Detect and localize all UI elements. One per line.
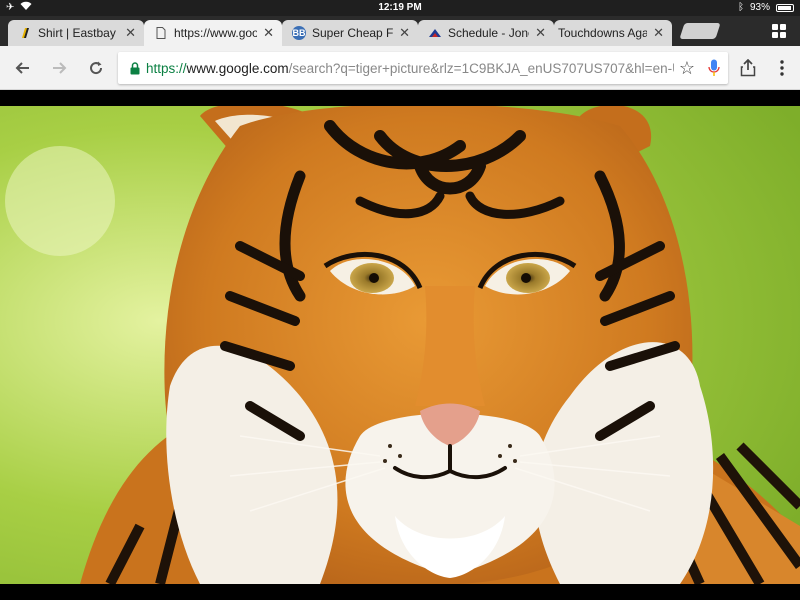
- bookmark-star-icon[interactable]: ☆: [674, 58, 700, 79]
- close-tab-icon[interactable]: ✕: [653, 25, 664, 41]
- tab-title: Touchdowns Agai: [558, 26, 648, 40]
- url-text: https://www.google.com/search?q=tiger+pi…: [146, 61, 674, 76]
- new-tab-button[interactable]: [679, 23, 721, 39]
- image-viewer-top-band: [0, 90, 800, 106]
- page-icon: [154, 26, 168, 40]
- browser-toolbar: https://www.google.com/search?q=tiger+pi…: [0, 46, 800, 90]
- tiger-face-illustration: [0, 106, 800, 584]
- battery-percent: 93%: [749, 2, 770, 13]
- eastbay-logo-icon: [18, 26, 32, 40]
- share-icon[interactable]: [736, 56, 760, 80]
- close-tab-icon[interactable]: ✕: [399, 25, 410, 41]
- tab-switcher-icon[interactable]: [772, 24, 786, 38]
- reload-button[interactable]: [84, 56, 108, 80]
- tab-eastbay[interactable]: Shirt | Eastbay Te ✕: [8, 20, 144, 46]
- tab-title: Schedule - Jones: [448, 26, 529, 40]
- url-path: /search?q=tiger+picture&rlz=1C9BKJA_enUS…: [288, 60, 674, 76]
- tab-google-search[interactable]: https://www.goog ✕: [144, 20, 282, 46]
- tab-title: Shirt | Eastbay Te: [38, 26, 119, 40]
- close-tab-icon[interactable]: ✕: [125, 25, 136, 41]
- url-scheme: https://: [146, 60, 187, 76]
- secure-lock-icon: [124, 61, 146, 75]
- url-host: www.google.com: [186, 60, 289, 76]
- tab-title: Super Cheap Fligh: [312, 26, 394, 40]
- voice-search-icon[interactable]: [700, 59, 728, 77]
- tiger-photo[interactable]: [0, 106, 800, 584]
- tab-title: https://www.goog: [174, 26, 258, 40]
- status-bar: ✈ 12:19 PM ᛒ 93%: [0, 0, 800, 16]
- close-tab-icon[interactable]: ✕: [535, 25, 546, 41]
- sports-logo-icon: [428, 26, 442, 40]
- image-viewer-bottom-band: [0, 584, 800, 600]
- back-button[interactable]: [10, 56, 34, 80]
- tab-touchdowns[interactable]: Touchdowns Agai ✕: [554, 20, 672, 46]
- tab-cheap-flights[interactable]: BB Super Cheap Fligh ✕: [282, 20, 418, 46]
- close-tab-icon[interactable]: ✕: [263, 25, 274, 41]
- bluetooth-icon: ᛒ: [737, 2, 744, 13]
- tab-schedule[interactable]: Schedule - Jones ✕: [418, 20, 554, 46]
- more-menu-icon[interactable]: [770, 56, 794, 80]
- forward-button[interactable]: [48, 56, 72, 80]
- status-time: 12:19 PM: [378, 2, 422, 13]
- tab-strip: Shirt | Eastbay Te ✕ https://www.goog ✕ …: [0, 16, 800, 46]
- battery-icon: [776, 3, 794, 12]
- address-bar[interactable]: https://www.google.com/search?q=tiger+pi…: [118, 52, 728, 84]
- bb-logo-icon: BB: [292, 26, 306, 40]
